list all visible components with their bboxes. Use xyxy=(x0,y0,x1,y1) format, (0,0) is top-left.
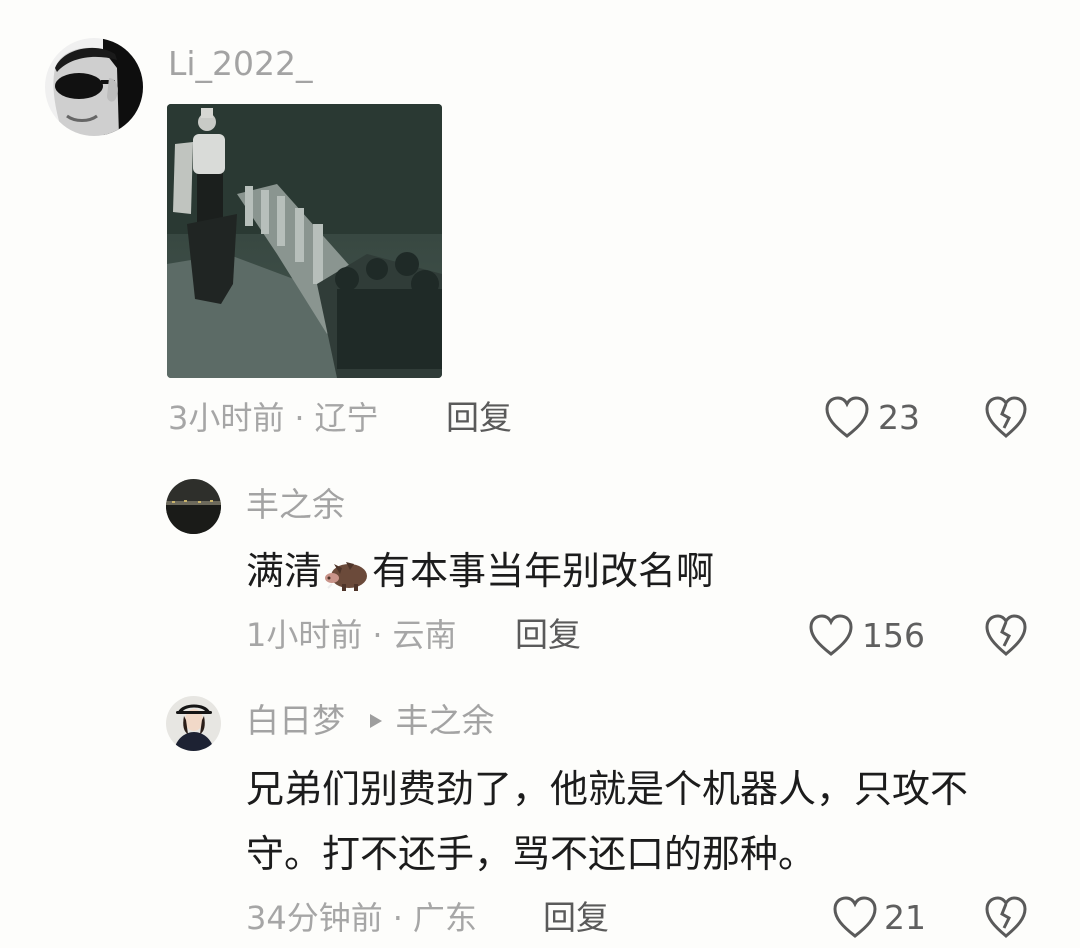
dislike-button[interactable] xyxy=(984,396,1028,440)
like-button[interactable] xyxy=(824,396,870,440)
attachment-image[interactable] xyxy=(167,104,442,378)
broken-heart-icon xyxy=(985,396,1027,438)
meta-separator: · xyxy=(294,399,305,437)
username[interactable]: 丰之余 xyxy=(246,485,345,525)
like-count: 21 xyxy=(884,898,926,937)
reply-button[interactable]: 回复 xyxy=(446,398,512,438)
username[interactable]: Li_2022_ xyxy=(168,44,313,84)
play-arrow-icon xyxy=(368,712,384,730)
comment-location: 辽宁 xyxy=(314,399,379,437)
horse-rider-bridge-image xyxy=(167,104,442,378)
comment-text-part: 有本事当年别改名啊 xyxy=(372,549,715,593)
comment-text-line: 兄弟们别费劲了，他就是个机器人，只攻不 xyxy=(246,767,969,811)
broken-heart-icon xyxy=(985,896,1027,938)
woman-hat-avatar xyxy=(166,696,221,751)
like-count: 23 xyxy=(878,398,920,437)
heart-icon xyxy=(833,896,877,938)
comment-meta: 3小时前 · 辽宁 xyxy=(168,398,379,438)
comment-time: 3小时前 xyxy=(168,399,285,437)
comment-time: 1小时前 xyxy=(246,616,363,654)
comment-meta: 34分钟前 · 广东 xyxy=(246,898,477,938)
night-cityscape-avatar xyxy=(166,479,221,534)
sunglasses-man-avatar xyxy=(45,38,143,136)
comment-meta: 1小时前 · 云南 xyxy=(246,615,457,655)
user-avatar[interactable] xyxy=(166,696,221,751)
dislike-button[interactable] xyxy=(984,896,1028,940)
comment-text: 满清 有本事当年别改名啊 xyxy=(246,540,714,602)
comment-text-line: 守。打不还手，骂不还口的那种。 xyxy=(246,832,817,876)
user-avatar[interactable] xyxy=(166,479,221,534)
reply-to-username[interactable]: 丰之余 xyxy=(396,701,495,740)
comment-text-part: 满清 xyxy=(246,549,323,593)
dislike-button[interactable] xyxy=(984,614,1028,658)
meta-separator: · xyxy=(392,899,403,937)
broken-heart-icon xyxy=(985,614,1027,656)
reply-header: 白日梦 丰之余 xyxy=(246,701,495,741)
heart-icon xyxy=(825,396,869,438)
reply-button[interactable]: 回复 xyxy=(543,898,609,938)
username[interactable]: 白日梦 xyxy=(246,701,345,740)
comment-location: 广东 xyxy=(412,899,477,937)
boar-emoji xyxy=(324,554,370,594)
like-button[interactable] xyxy=(832,896,878,940)
comment-time: 34分钟前 xyxy=(246,899,383,937)
reply-button[interactable]: 回复 xyxy=(515,615,581,655)
meta-separator: · xyxy=(372,616,383,654)
like-button[interactable] xyxy=(808,614,854,658)
comment-location: 云南 xyxy=(392,616,457,654)
heart-icon xyxy=(809,614,853,656)
user-avatar[interactable] xyxy=(45,38,143,136)
like-count: 156 xyxy=(862,616,925,655)
